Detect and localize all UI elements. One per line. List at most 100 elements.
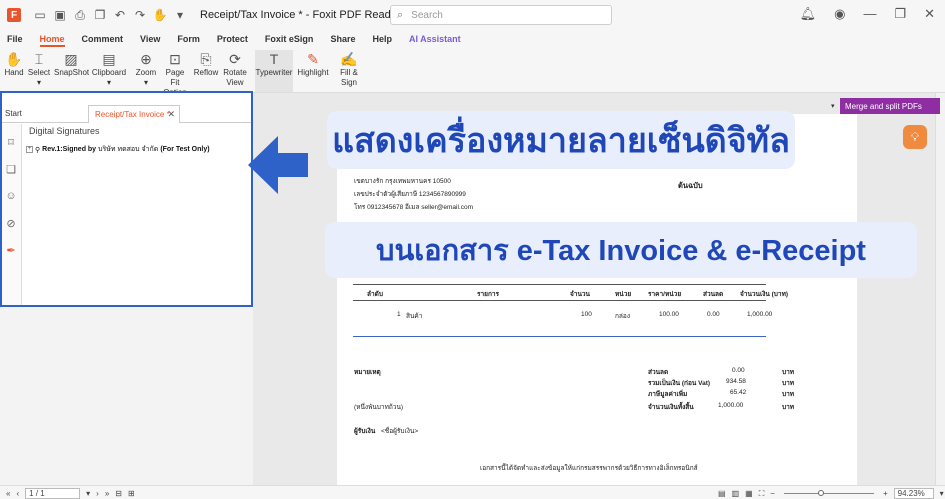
notification-bell-icon[interactable]: 🔔︎ <box>800 6 817 22</box>
snapshot-button[interactable]: ▨ SnapShot <box>54 50 89 78</box>
sum-vat-unit: บาท <box>782 391 795 398</box>
signature-prefix: Rev.1:Signed by <box>42 146 97 153</box>
continuous-view-icon[interactable]: ▥ <box>732 489 740 498</box>
ai-assistant-bulb-icon[interactable]: 💡︎ <box>903 125 927 149</box>
page-number-field[interactable]: 1 / 1 <box>25 488 81 499</box>
copy-icon[interactable]: ❐ <box>93 8 107 22</box>
bookmark-icon[interactable]: ⌑ <box>5 136 17 149</box>
panel-scrollbar[interactable] <box>240 124 248 304</box>
col-price: ราคา/หน่วย <box>648 291 682 298</box>
expand-icon[interactable]: + <box>26 146 33 153</box>
col-no: ลำดับ <box>367 291 383 298</box>
search-input[interactable]: ⌕ Search <box>390 5 612 25</box>
page-fit-icon: ⊡ <box>169 51 181 67</box>
foxit-logo-icon: F <box>7 8 21 22</box>
tab-start[interactable]: Start <box>5 109 22 118</box>
merge-collapse-icon[interactable]: ▾ <box>831 102 835 110</box>
zoom-level-field[interactable]: 94.23% <box>893 488 934 499</box>
window-controls: 🔔︎ ◉ — ❐ ✕ <box>800 6 935 22</box>
zoom-label: Zoom <box>135 68 157 77</box>
zoom-dropdown-icon[interactable]: ▾ <box>940 489 944 498</box>
tab-comment[interactable]: Comment <box>82 34 124 44</box>
next-page-icon[interactable]: › <box>96 489 99 498</box>
tab-ai-assistant[interactable]: AI Assistant <box>409 34 461 44</box>
page-fit-button[interactable]: ⊡ Page Fit Option <box>161 50 189 98</box>
table-top-line <box>353 284 766 285</box>
zoom-slider[interactable] <box>783 490 874 496</box>
sum-total-label: จำนวนเงินทั้งสิ้น <box>648 404 694 411</box>
tab-share[interactable]: Share <box>330 34 355 44</box>
select-button[interactable]: ⌶ Select ▾ <box>27 50 51 88</box>
merge-split-button[interactable]: Merge and split PDFs <box>840 98 940 114</box>
hand-button[interactable]: ✋ Hand <box>4 50 24 78</box>
clipboard-button[interactable]: ▤ Clipboard ▾ <box>91 50 127 88</box>
amount-in-words: (หนึ่งพันบาทถ้วน) <box>354 404 404 411</box>
tab-form[interactable]: Form <box>177 34 200 44</box>
minimize-button[interactable]: — <box>863 6 876 22</box>
row-discount: 0.00 <box>707 311 720 318</box>
tab-help[interactable]: Help <box>372 34 392 44</box>
hand-tool-icon[interactable]: ✋ <box>153 8 168 22</box>
right-scrollbar[interactable] <box>935 93 945 485</box>
callout-text-1: แสดงเครื่องหมายลายเซ็นดิจิทัล <box>332 122 790 160</box>
pages-icon[interactable]: ❏ <box>5 163 17 176</box>
zoom-out-icon[interactable]: − <box>770 489 775 498</box>
restore-button[interactable]: ❐ <box>894 6 906 22</box>
fit-page-icon[interactable]: ⊟ <box>115 489 122 498</box>
sum-discount-value: 0.00 <box>732 367 745 374</box>
sum-prevat-unit: บาท <box>782 380 795 387</box>
prev-page-icon[interactable]: ‹ <box>16 489 19 498</box>
ribbon-toolbar: ✋ Hand ⌶ Select ▾ ▨ SnapShot ▤ Clipboard… <box>0 48 945 97</box>
zoom-controls: ▤ ▥ ▦ ⛶ − + 94.23% ▾ <box>718 488 944 499</box>
fullscreen-icon[interactable]: ⛶ <box>759 489 765 499</box>
col-qty: จำนวน <box>570 291 590 298</box>
tab-protect[interactable]: Protect <box>217 34 248 44</box>
tab-receipt[interactable]: Receipt/Tax Invoice * ✕ <box>88 105 180 123</box>
open-folder-icon[interactable]: ▭ <box>33 8 47 22</box>
tab-view[interactable]: View <box>140 34 160 44</box>
tab-home[interactable]: Home <box>39 34 65 47</box>
last-page-icon[interactable]: » <box>105 489 109 498</box>
attachment-icon[interactable]: ⊘ <box>5 217 17 230</box>
zoom-button[interactable]: ⊕ Zoom ▾ <box>134 50 158 88</box>
zoom-in-icon[interactable]: + <box>883 489 888 498</box>
highlight-pen-icon: ✎ <box>307 51 319 67</box>
rotate-view-button[interactable]: ⟳ Rotate View <box>222 50 248 88</box>
tab-close-icon[interactable]: ✕ <box>167 109 175 120</box>
fill-sign-button[interactable]: ✍ Fill & Sign <box>337 50 361 88</box>
row-price: 100.00 <box>659 311 679 318</box>
redo-icon[interactable]: ↷ <box>133 8 147 22</box>
highlight-button[interactable]: ✎ Highlight <box>297 50 329 78</box>
two-page-icon[interactable]: ⊞ <box>128 489 135 498</box>
zoom-icon: ⊕ <box>140 51 152 67</box>
undo-icon[interactable]: ↶ <box>113 8 127 22</box>
print-icon[interactable]: ⎙ <box>73 8 87 22</box>
sum-discount-unit: บาท <box>782 369 795 376</box>
page-dropdown-icon[interactable]: ▾ <box>86 489 90 498</box>
signature-panel-icon[interactable]: ✒ <box>5 244 17 257</box>
col-amount: จำนวนเงิน (บาท) <box>740 291 789 298</box>
snapshot-icon: ▨ <box>64 51 78 67</box>
digital-signatures-heading: Digital Signatures <box>29 126 100 136</box>
tab-foxit-esign[interactable]: Foxit eSign <box>265 34 314 44</box>
single-page-view-icon[interactable]: ▤ <box>718 489 726 498</box>
save-icon[interactable]: ▣ <box>53 8 67 22</box>
sum-discount-label: ส่วนลด <box>648 369 669 376</box>
fill-sign-label: Fill & <box>340 68 358 77</box>
typewriter-button[interactable]: T Typewriter <box>255 50 293 92</box>
signature-suffix: (For Test Only) <box>160 146 210 153</box>
facing-view-icon[interactable]: ▦ <box>745 489 753 498</box>
first-page-icon[interactable]: « <box>6 489 10 498</box>
search-placeholder: Search <box>411 9 443 21</box>
reflow-button[interactable]: ⎘ Reflow <box>193 50 219 78</box>
signer-icon: ⚲ <box>35 146 41 154</box>
close-button[interactable]: ✕ <box>924 6 935 22</box>
account-icon[interactable]: ◉ <box>834 6 845 22</box>
sum-vat-value: 65.42 <box>730 389 747 396</box>
zoom-slider-knob[interactable] <box>817 490 824 496</box>
tab-file[interactable]: File <box>7 34 23 44</box>
comment-icon[interactable]: ☺ <box>5 190 17 202</box>
customize-chevron-icon[interactable]: ▾ <box>173 8 187 22</box>
title-bar: F ▭ ▣ ⎙ ❐ ↶ ↷ ✋ ▾ Receipt/Tax Invoice * … <box>0 0 945 30</box>
signature-tree-item[interactable]: + ⚲ Rev.1:Signed by บริษัท ทดสอบ จำกัด (… <box>26 144 210 155</box>
